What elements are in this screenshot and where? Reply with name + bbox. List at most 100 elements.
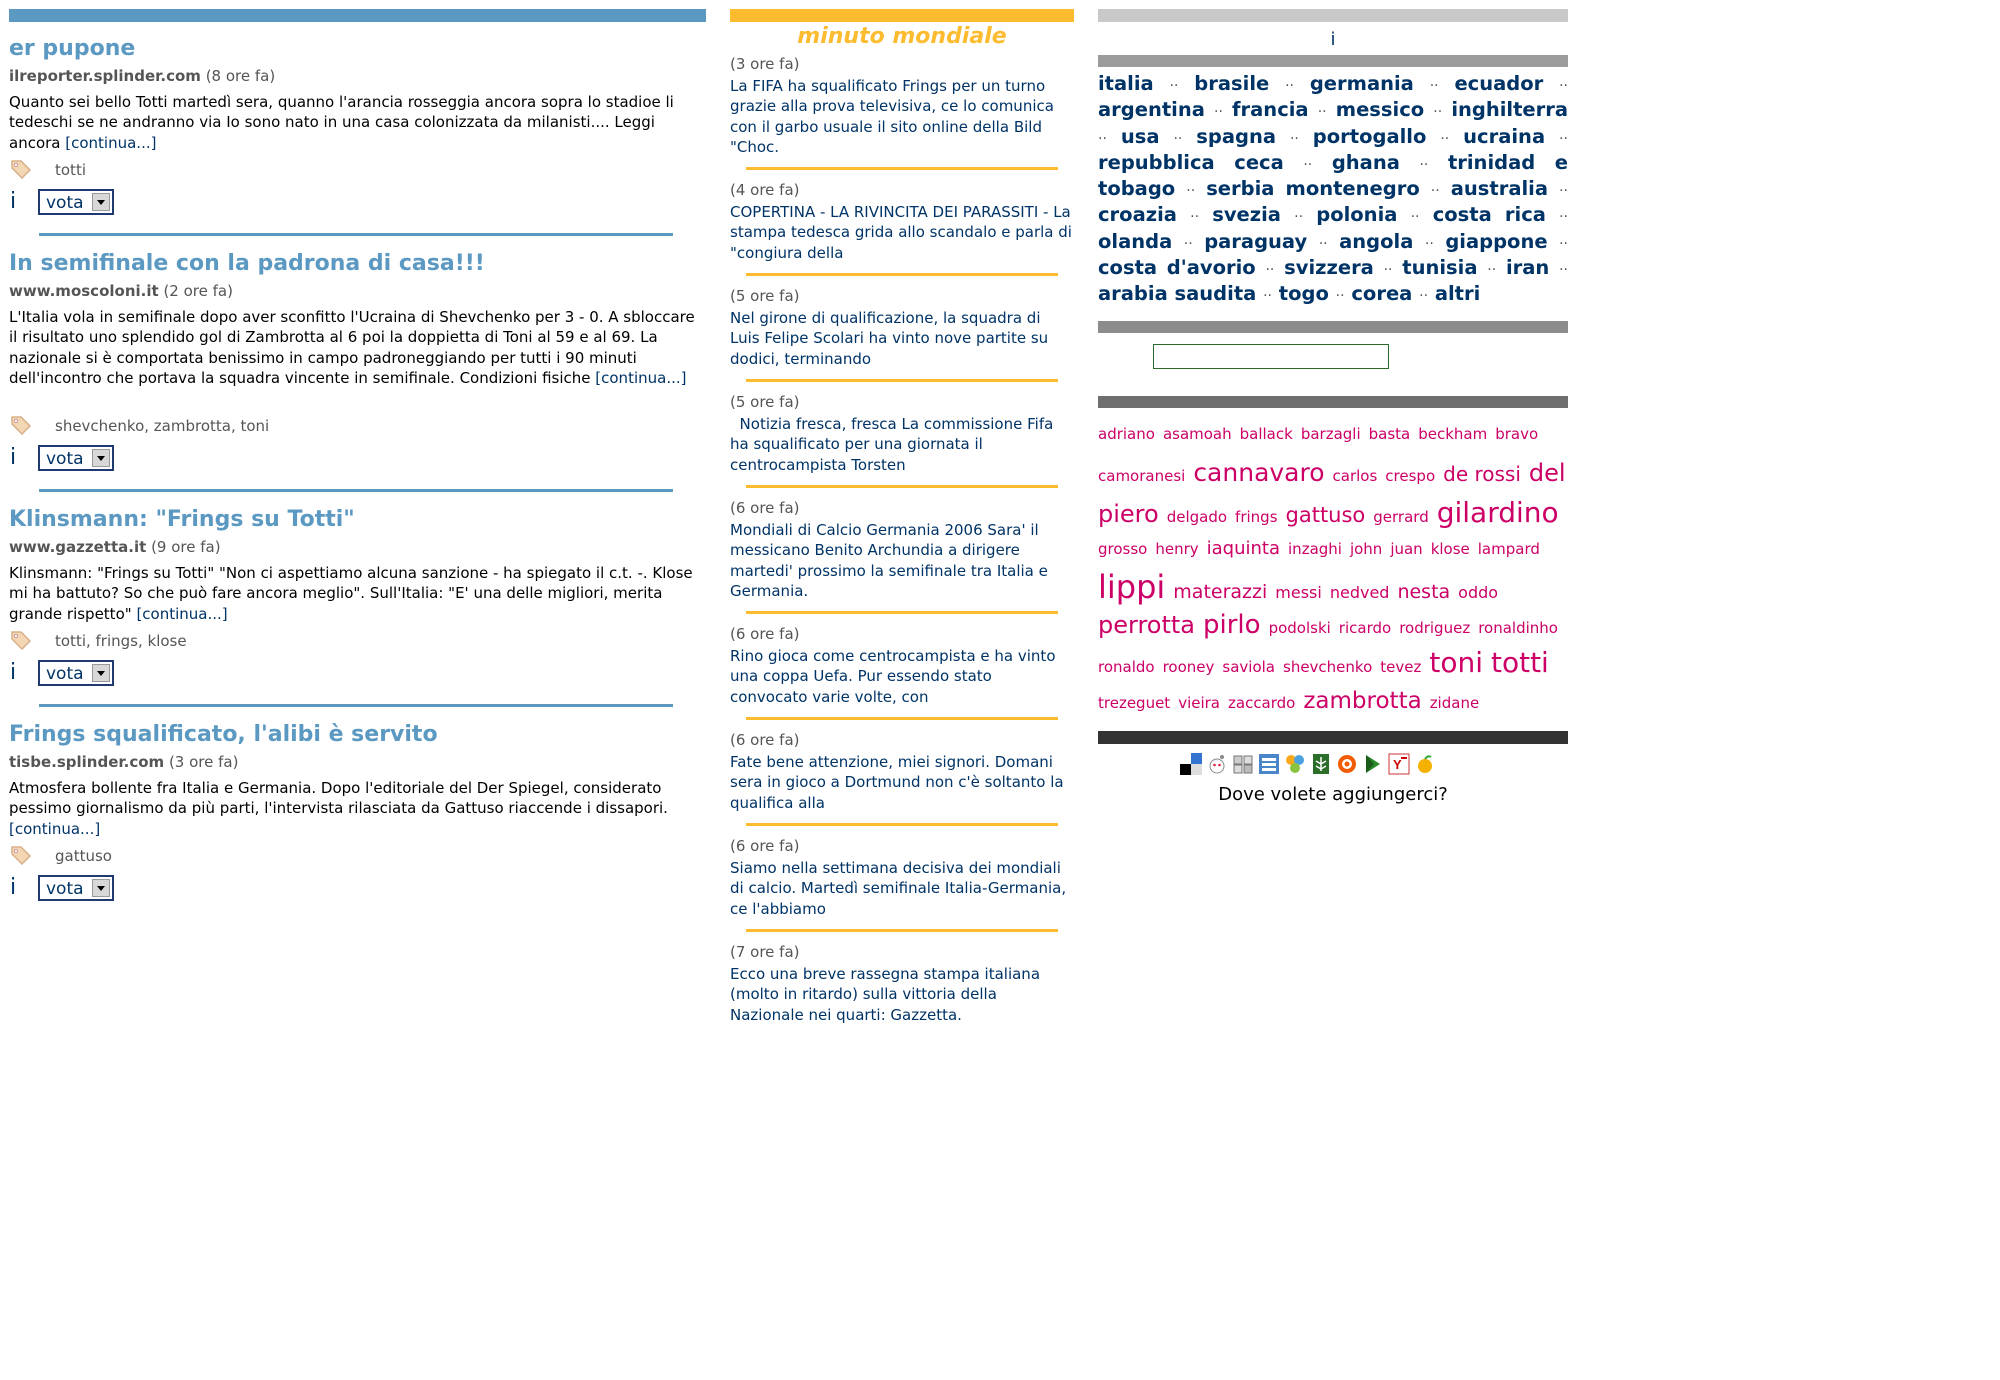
tag-link[interactable]: nesta	[1397, 581, 1450, 603]
tag-link[interactable]: zidane	[1430, 694, 1480, 712]
country-link[interactable]: messico	[1336, 98, 1424, 121]
mid-news-link[interactable]: Rino gioca come centrocampista e ha vint…	[730, 646, 1074, 707]
country-link[interactable]: croazia	[1098, 203, 1177, 226]
tag-link[interactable]: barzagli	[1301, 425, 1361, 443]
tag-link[interactable]: toni	[1429, 646, 1483, 679]
stumbleupon-icon[interactable]	[1362, 753, 1384, 775]
tag-link[interactable]: frings	[1235, 508, 1277, 526]
blogmarks-icon[interactable]	[1310, 753, 1332, 775]
mid-news-link[interactable]: COPERTINA - LA RIVINCITA DEI PARASSITI -…	[730, 202, 1074, 263]
country-link[interactable]: iran	[1506, 256, 1549, 279]
tag-link[interactable]: perrotta	[1098, 611, 1195, 639]
tag-link[interactable]: lampard	[1478, 540, 1540, 558]
country-link[interactable]: olanda	[1098, 230, 1172, 253]
read-more-link[interactable]: [continua...]	[595, 369, 686, 387]
tag-link[interactable]: oddo	[1458, 583, 1498, 602]
tag-link[interactable]: pirlo	[1203, 610, 1261, 640]
country-link[interactable]: repubblica ceca	[1098, 151, 1284, 174]
tag-link[interactable]: juan	[1390, 540, 1422, 558]
read-more-link[interactable]: [continua...]	[65, 134, 156, 152]
country-link[interactable]: argentina	[1098, 98, 1205, 121]
country-link[interactable]: germania	[1310, 72, 1414, 95]
info-icon[interactable]: i	[1098, 25, 1568, 55]
tag-link[interactable]: zaccardo	[1228, 694, 1295, 712]
tag-link[interactable]: ricardo	[1339, 619, 1391, 637]
tag-link[interactable]: shevchenko	[1283, 658, 1372, 676]
post-title-link[interactable]: Frings squalificato, l'alibi è servito	[9, 720, 706, 750]
tag-link[interactable]: messi	[1275, 583, 1322, 602]
tag-link[interactable]: piero	[1098, 500, 1159, 528]
ma-gnolia-icon[interactable]	[1414, 753, 1436, 775]
furl-icon[interactable]	[1232, 753, 1254, 775]
tag-link[interactable]: materazzi	[1173, 581, 1267, 603]
chevron-down-icon[interactable]	[92, 449, 110, 467]
info-icon[interactable]: i	[10, 189, 16, 214]
tag-link[interactable]: rodriguez	[1399, 619, 1470, 637]
tag-link[interactable]: saviola	[1222, 658, 1275, 676]
country-link[interactable]: costa rica	[1433, 203, 1546, 226]
tag-link[interactable]: vieira	[1178, 694, 1220, 712]
technorati-icon[interactable]	[1336, 753, 1358, 775]
country-link[interactable]: polonia	[1316, 203, 1397, 226]
tag-link[interactable]: beckham	[1418, 425, 1487, 443]
tag-link[interactable]: basta	[1369, 425, 1411, 443]
tag-link[interactable]: de rossi	[1443, 462, 1521, 486]
delicious-icon[interactable]	[1180, 753, 1202, 775]
country-link[interactable]: spagna	[1196, 125, 1276, 148]
country-link[interactable]: costa d'avorio	[1098, 256, 1256, 279]
tag-link[interactable]: lippi	[1098, 568, 1165, 606]
country-link[interactable]: inghilterra	[1451, 98, 1568, 121]
tag-link[interactable]: iaquinta	[1207, 538, 1280, 559]
tag-link[interactable]: nedved	[1330, 583, 1390, 602]
vote-select[interactable]: vota	[38, 445, 114, 471]
country-link[interactable]: giappone	[1445, 230, 1547, 253]
country-link[interactable]: brasile	[1194, 72, 1269, 95]
tag-link[interactable]: gilardino	[1437, 496, 1559, 529]
country-link[interactable]: ucraina	[1463, 125, 1545, 148]
vote-select[interactable]: vota	[38, 875, 114, 901]
tag-link[interactable]: camoranesi	[1098, 467, 1185, 485]
yahoo-icon[interactable]: Y	[1388, 753, 1410, 775]
tag-link[interactable]: ballack	[1240, 425, 1293, 443]
tag-link[interactable]: adriano	[1098, 425, 1155, 443]
digg-icon[interactable]	[1206, 753, 1228, 775]
tag-link[interactable]: totti	[1491, 646, 1549, 679]
tag-link[interactable]: podolski	[1269, 619, 1331, 637]
country-link[interactable]: svezia	[1212, 203, 1281, 226]
mid-news-link[interactable]: Nel girone di qualificazione, la squadra…	[730, 308, 1074, 369]
tag-link[interactable]: del	[1529, 459, 1566, 487]
country-link[interactable]: arabia saudita	[1098, 282, 1256, 305]
tag-link[interactable]: bravo	[1495, 425, 1538, 443]
country-link[interactable]: ghana	[1332, 151, 1400, 174]
search-input[interactable]	[1153, 344, 1389, 369]
tag-link[interactable]: henry	[1155, 540, 1198, 558]
mid-news-link[interactable]: Siamo nella settimana decisiva dei mondi…	[730, 858, 1074, 919]
post-title-link[interactable]: Klinsmann: "Frings su Totti"	[9, 505, 706, 535]
country-link[interactable]: tunisia	[1402, 256, 1477, 279]
tag-link[interactable]: grosso	[1098, 540, 1147, 558]
mid-news-link[interactable]: La FIFA ha squalificato Frings per un tu…	[730, 76, 1074, 157]
read-more-link[interactable]: [continua...]	[9, 820, 100, 838]
vote-select[interactable]: vota	[38, 660, 114, 686]
country-link[interactable]: angola	[1339, 230, 1413, 253]
info-icon[interactable]: i	[10, 875, 16, 900]
country-link[interactable]: usa	[1121, 125, 1160, 148]
tag-link[interactable]: gattuso	[1286, 503, 1366, 527]
tag-link[interactable]: delgado	[1167, 508, 1227, 526]
mid-news-link[interactable]: Fate bene attenzione, miei signori. Doma…	[730, 752, 1074, 813]
country-link[interactable]: togo	[1279, 282, 1329, 305]
tag-link[interactable]: carlos	[1333, 467, 1378, 485]
tag-link[interactable]: asamoah	[1163, 425, 1232, 443]
tag-link[interactable]: crespo	[1385, 467, 1435, 485]
mid-news-link[interactable]: Mondiali di Calcio Germania 2006 Sara' i…	[730, 520, 1074, 601]
country-link[interactable]: australia	[1451, 177, 1548, 200]
tag-link[interactable]: inzaghi	[1288, 540, 1342, 558]
tag-link[interactable]: tevez	[1380, 658, 1421, 676]
country-link[interactable]: ecuador	[1454, 72, 1543, 95]
country-link[interactable]: francia	[1232, 98, 1309, 121]
mid-news-link[interactable]: Notizia fresca, fresca La commissione Fi…	[730, 414, 1074, 475]
post-title-link[interactable]: er pupone	[9, 34, 706, 64]
tag-link[interactable]: ronaldo	[1098, 658, 1155, 676]
tag-link[interactable]: cannavaro	[1193, 458, 1324, 487]
tag-link[interactable]: trezeguet	[1098, 694, 1170, 712]
